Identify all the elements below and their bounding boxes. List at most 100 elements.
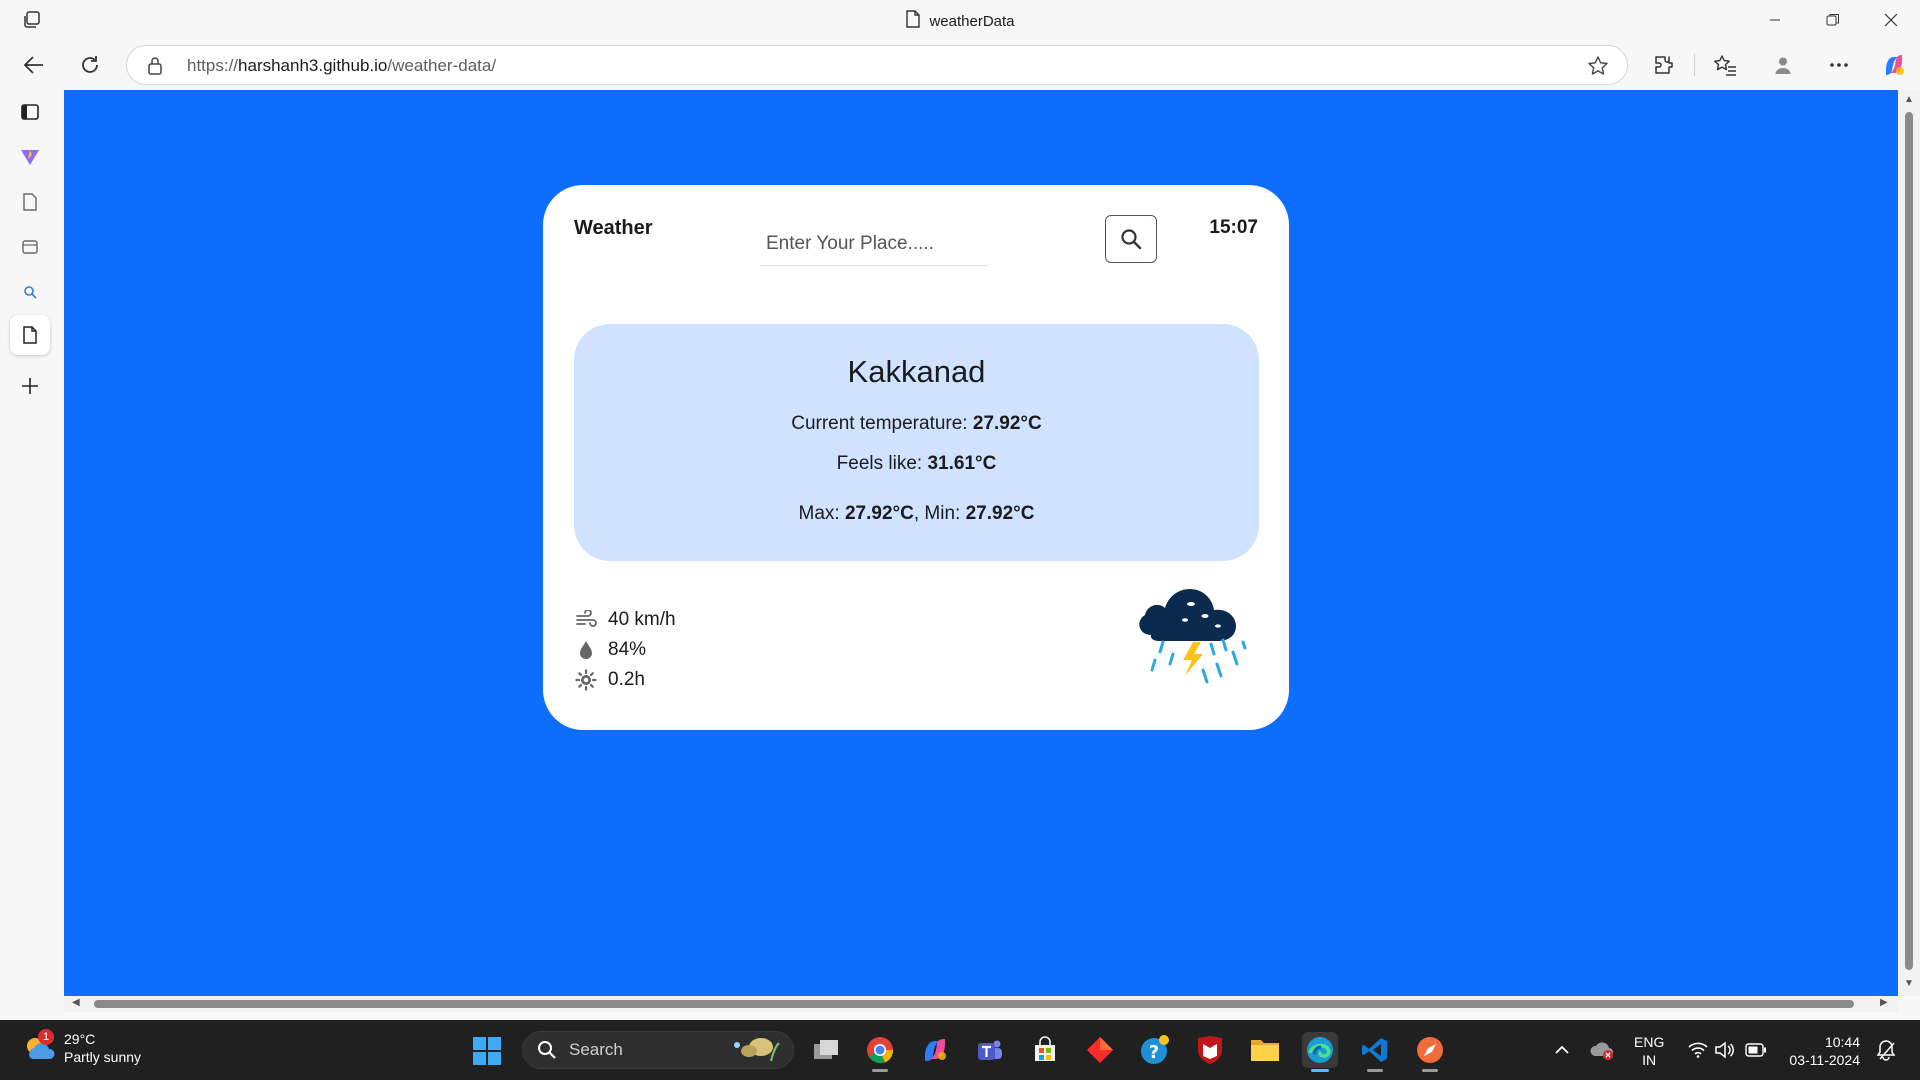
file-explorer-icon[interactable] [1247,1032,1283,1068]
compass-running-indicator [1422,1069,1438,1072]
taskbar-weather-temp: 29°C [64,1031,96,1047]
tab-calendar-icon[interactable] [10,227,50,267]
weather-card: Weather 15:07 Kakkanad Current temperatu… [543,185,1289,730]
notification-bell-icon[interactable] [1868,1032,1904,1068]
url-path: /weather-data/ [387,56,497,75]
window-bottom-edge [64,1012,1920,1020]
window-title: weatherData [929,12,1015,30]
min-label: , Min: [913,503,966,524]
favorite-star-icon[interactable] [1587,55,1609,82]
browser-sidebar [0,90,64,1020]
scroll-up-arrow-icon[interactable]: ▲ [1904,94,1914,105]
current-temperature-label: Current temperature: [791,413,973,434]
windows-start-button[interactable] [472,1036,502,1071]
toolbar-divider [1694,54,1695,76]
profile-icon[interactable] [1767,49,1799,81]
scroll-right-arrow-icon[interactable]: ▶ [1880,997,1888,1008]
vertical-tabs-icon[interactable] [10,92,50,132]
red-diamond-app-icon[interactable] [1082,1032,1118,1068]
copilot-taskbar-icon[interactable] [917,1032,953,1068]
horizontal-scrollbar[interactable]: ◀ ▶ [64,996,1898,1012]
wind-stat: 40 km/h [574,605,676,635]
sunshine-stat: 0.2h [574,665,676,695]
feels-like: Feels like: 31.61°C [574,453,1259,475]
show-hidden-icons-chevron-icon[interactable] [1544,1032,1580,1068]
vscode-icon[interactable] [1357,1032,1393,1072]
tab-search-icon[interactable] [10,272,50,312]
onedrive-error-icon[interactable] [1584,1032,1620,1068]
battery-icon[interactable] [1738,1032,1774,1068]
restore-button[interactable] [1804,0,1862,40]
thunderstorm-icon [1139,588,1247,684]
weather-alert-badge: 1 [38,1029,54,1045]
extensions-icon[interactable] [1648,49,1680,81]
microsoft-store-icon[interactable] [1027,1032,1063,1068]
max-value: 27.92°C [844,503,914,524]
minimize-button[interactable] [1746,0,1804,40]
input-language-indicator[interactable]: ENG IN [1634,1033,1664,1069]
edge-icon[interactable] [1302,1032,1338,1072]
vite-tab-icon[interactable] [10,137,50,177]
feels-like-label: Feels like: [836,453,928,474]
tab-document-icon[interactable] [10,182,50,222]
scroll-down-arrow-icon[interactable]: ▼ [1904,978,1914,989]
help-app-icon[interactable]: ? [1137,1032,1173,1068]
chrome-running-indicator [872,1069,888,1072]
edge-active-indicator [1311,1069,1329,1072]
url-prefix: https:// [187,56,239,75]
back-button[interactable] [18,49,50,81]
copilot-icon[interactable] [1878,49,1910,81]
more-options-icon[interactable] [1823,49,1855,81]
current-temperature-value: 27.92°C [972,413,1042,434]
taskbar-search-label: Search [569,1040,623,1059]
taskbar-date: 03-11-2024 [1789,1052,1860,1068]
page-document-icon [905,10,921,32]
url-host: harshanh3.github.io [238,56,388,75]
refresh-button[interactable] [74,49,106,81]
favorites-icon[interactable] [1709,49,1741,81]
vscode-running-indicator [1367,1069,1383,1072]
title-bar: weatherData [0,0,1920,40]
chrome-icon[interactable] [862,1032,898,1072]
taskbar-search-icon [538,1041,556,1059]
language-code: ENG [1634,1034,1665,1050]
horizontal-scroll-thumb[interactable] [94,1000,1854,1008]
weather-stats: 40 km/h 84% 0.2h [574,605,676,695]
windows-logo-icon [473,1037,501,1065]
svg-text:?: ? [1149,1042,1159,1063]
sunshine-value: 0.2h [608,669,645,690]
sun-icon [574,668,598,692]
vertical-scrollbar[interactable]: ▲ ▼ [1898,90,1920,996]
taskbar: 1 29°C Partly sunny Search ? ENG IN 10:4… [0,1020,1920,1080]
taskbar-clock[interactable]: 10:44 03-11-2024 [1786,1033,1860,1069]
close-window-button[interactable] [1862,0,1920,40]
search-icon [1121,229,1142,250]
place-search-input[interactable] [760,222,988,266]
teams-icon[interactable] [972,1032,1008,1068]
address-bar[interactable]: https://harshanh3.github.io/weather-data… [126,45,1628,85]
new-tab-plus-icon[interactable] [10,366,50,406]
clock-time: 15:07 [1209,217,1258,238]
orange-compass-app-icon[interactable] [1412,1032,1448,1072]
task-view-icon[interactable] [808,1032,844,1068]
volume-icon[interactable] [1706,1032,1742,1068]
wind-value: 40 km/h [608,609,676,630]
city-name: Kakkanad [847,354,986,389]
mcafee-icon[interactable] [1192,1032,1228,1068]
region-code: IN [1642,1052,1657,1068]
min-value: 27.92°C [965,503,1035,524]
taskbar-search-box[interactable]: Search [522,1031,794,1069]
active-tab-document-icon[interactable] [10,315,50,355]
search-button[interactable] [1105,215,1157,263]
taskbar-time: 10:44 [1824,1034,1860,1050]
max-label: Max: [798,503,845,524]
current-temperature: Current temperature: 27.92°C [574,413,1259,435]
url-text[interactable]: https://harshanh3.github.io/weather-data… [187,56,496,76]
vertical-scroll-thumb[interactable] [1905,112,1913,970]
scroll-left-arrow-icon[interactable]: ◀ [72,997,80,1008]
humidity-value: 84% [608,639,647,660]
taskbar-weather-widget[interactable]: 1 29°C Partly sunny [22,1029,141,1066]
lock-icon[interactable] [147,56,163,81]
app-title: Weather [574,217,653,239]
feels-like-value: 31.61°C [927,453,997,474]
